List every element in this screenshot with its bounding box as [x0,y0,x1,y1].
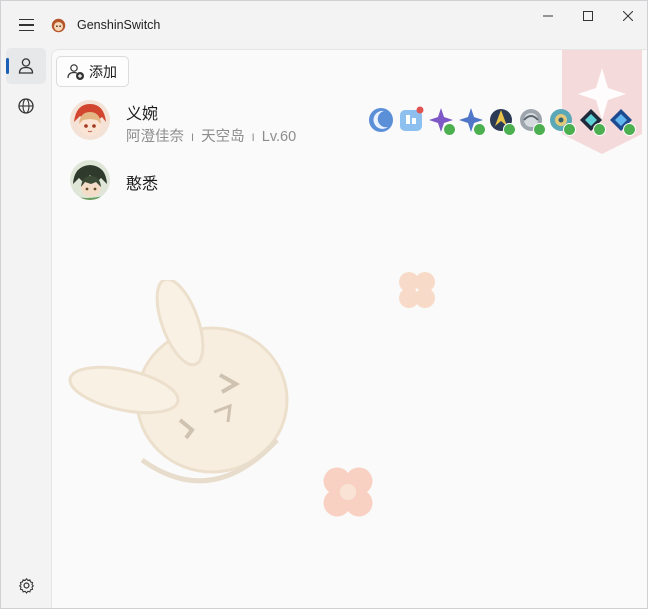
phone-icon [397,106,425,134]
orb-icon [517,106,546,136]
mascot-illustration [68,280,289,484]
app-logo-icon [51,18,66,33]
add-account-label: 添加 [89,63,117,80]
check-icon [623,123,636,136]
teal-diamond-icon [577,106,606,136]
check-icon [503,123,516,136]
person-icon [18,58,34,74]
star-icon [457,106,486,136]
check-icon [563,123,576,136]
app-window: GenshinSwitch 添加 义婉 阿澄佳奈 I 天空岛 I Lv.60 憨… [0,0,648,609]
account-level: Lv.60 [261,129,297,145]
blue-diamond-icon [607,106,636,136]
compass-icon [487,106,516,136]
separator: I [191,132,195,144]
account-name: 憨悉 [126,176,159,193]
maximize-button[interactable] [568,1,608,31]
separator: I [251,132,255,144]
account-name: 义婉 [126,106,159,123]
check-icon [533,123,546,136]
close-button[interactable] [608,1,647,31]
menu-icon[interactable] [11,11,41,39]
title-bar: GenshinSwitch [1,1,647,49]
check-icon [473,123,486,136]
avatar [70,160,110,200]
account-details: 阿澄佳奈 I 天空岛 I Lv.60 [126,125,296,146]
clover-decoration-icon [399,272,435,308]
app-title: GenshinSwitch [77,18,161,32]
maximize-icon [583,11,593,21]
clover-decoration-icon [323,467,373,517]
nav-selection-indicator [6,58,9,74]
gear-orb-icon [547,106,576,136]
globe-icon [18,98,34,114]
nav-item-settings[interactable] [6,567,46,603]
gear-icon [18,577,34,594]
moon-icon [367,106,395,134]
avatar [70,100,110,140]
account-row[interactable]: 义婉 阿澄佳奈 I 天空岛 I Lv.60 [70,100,636,150]
check-icon [443,123,456,136]
check-icon [593,123,606,136]
account-server: 阿澄佳奈 [126,129,184,145]
account-world: 天空岛 [201,129,245,145]
nav-item-global[interactable] [6,88,46,124]
minimize-button[interactable] [528,1,568,31]
add-user-icon [67,63,84,80]
status-icon-strip [367,106,636,136]
account-list-panel: 添加 义婉 阿澄佳奈 I 天空岛 I Lv.60 憨悉 [51,49,647,608]
account-row[interactable]: 憨悉 [70,160,630,210]
close-icon [623,11,633,21]
add-account-button[interactable]: 添加 [56,56,129,87]
nav-item-accounts[interactable] [6,48,46,84]
star-icon [427,106,456,136]
minimize-icon [543,15,553,17]
